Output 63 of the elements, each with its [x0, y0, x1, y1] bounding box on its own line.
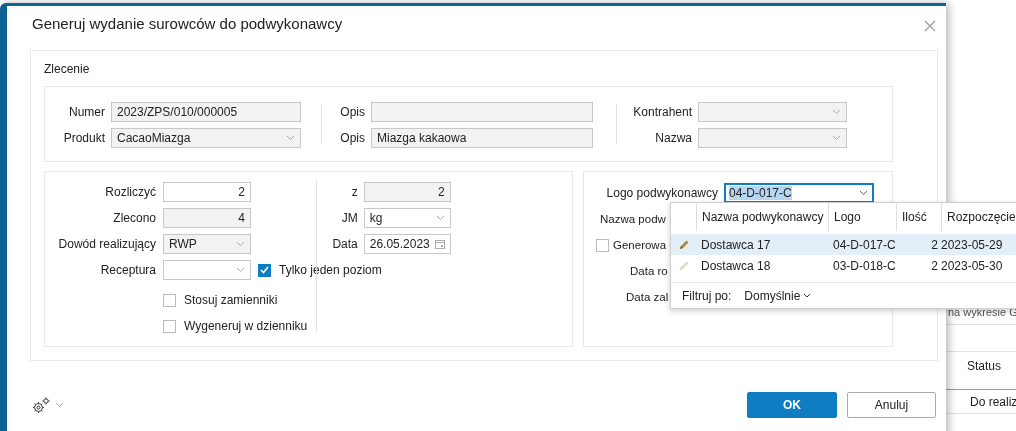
dialog-title: Generuj wydanie surowców do podwykonawcy: [32, 15, 343, 32]
field-label: Numer: [68, 105, 105, 119]
field-label: Data zal: [626, 291, 669, 303]
caret-icon: [55, 402, 64, 408]
field-label: Produkt: [62, 131, 105, 145]
table-cell-text: 04-D-017-C: [832, 237, 896, 252]
column-header[interactable]: Logo: [828, 203, 896, 231]
column-header[interactable]: Nazwa podwykonawcy: [696, 203, 828, 231]
section-title: Zlecenie: [44, 62, 90, 76]
chevron-icon: [286, 135, 295, 141]
close-icon[interactable]: [924, 20, 936, 32]
table-cell-text: 2023-05-29: [941, 237, 1004, 252]
field-label: JM: [340, 211, 358, 225]
table-cell-text: Dostawca 17: [700, 237, 772, 252]
checkbox-label[interactable]: Stosuj zamienniki: [184, 293, 278, 307]
field-label: Nazwa podw: [600, 213, 666, 225]
dropdown-row[interactable]: Dostawca 17 04-D-017-C 2 2023-05-29: [671, 234, 1016, 256]
field-label: Kontrahent: [632, 105, 692, 119]
input-field[interactable]: 2: [163, 182, 251, 202]
chevron-icon: [435, 215, 445, 221]
chevron-icon: [859, 190, 868, 196]
field-label: Nazwa: [654, 131, 692, 145]
column-header[interactable]: Ilość: [896, 203, 941, 231]
column-header[interactable]: Rozpoczęcie: [941, 203, 1016, 231]
chevron-icon: [236, 267, 245, 273]
chevron-icon: [832, 109, 841, 115]
table-cell-text: 2: [930, 258, 939, 273]
dropdown-field[interactable]: 04-D-017-C: [724, 183, 874, 203]
field-label: Opis: [339, 105, 365, 119]
table-cell-text: 2023-05-30: [941, 258, 1004, 273]
ok-button[interactable]: OK: [747, 392, 837, 418]
chevron-icon: [803, 293, 812, 299]
field-label: Receptura: [99, 263, 156, 277]
table-cell-text: Dostawca 18: [700, 258, 772, 273]
chevron-icon: [236, 241, 245, 247]
table-cell-text: 03-D-018-C: [832, 258, 896, 273]
field-label: Opis: [339, 131, 365, 145]
checkbox-label[interactable]: Generowa: [613, 239, 667, 251]
field-label: Rozliczyć: [104, 185, 156, 199]
table-cell-text: 2: [930, 237, 939, 252]
chevron-icon: [832, 135, 841, 141]
field-label: Data: [331, 237, 358, 251]
dropdown-field[interactable]: kg: [363, 208, 451, 228]
checkbox[interactable]: [163, 319, 176, 333]
filter-dropdown[interactable]: Domyślnie: [744, 288, 812, 303]
field-label: Logo podwykonawcy: [605, 186, 718, 200]
checkbox[interactable]: [163, 293, 176, 307]
date-field[interactable]: 26.05.2023: [363, 234, 451, 254]
field-label: Data ro: [630, 265, 668, 277]
cancel-button[interactable]: Anuluj: [847, 392, 936, 418]
field-label: Zlecono: [112, 211, 156, 225]
settings-button[interactable]: [32, 396, 64, 414]
dropdown-field[interactable]: [163, 260, 251, 280]
field-label: Dowód realizujący: [57, 237, 156, 251]
checkbox-label[interactable]: Tylko jeden poziom: [279, 263, 382, 277]
checkbox-label[interactable]: Wygeneruj w dzienniku: [184, 319, 308, 333]
field-label: z: [350, 185, 358, 199]
filter-label: Filtruj po:: [682, 288, 732, 303]
checkbox[interactable]: [596, 238, 609, 252]
checkbox[interactable]: [258, 263, 271, 277]
settings-icon: [32, 396, 50, 414]
calendar-icon: [434, 239, 445, 249]
dropdown-row[interactable]: Dostawca 18 03-D-018-C 2 2023-05-30: [671, 255, 1016, 277]
